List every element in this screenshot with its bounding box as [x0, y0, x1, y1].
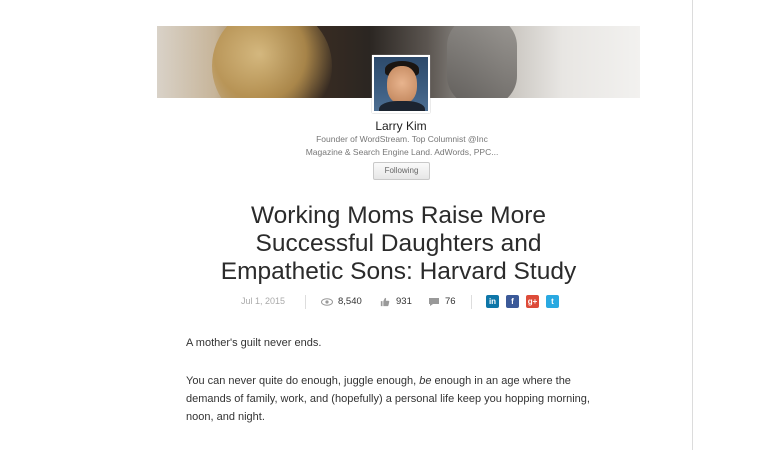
facebook-share-icon[interactable]: f	[506, 295, 519, 308]
author-name[interactable]: Larry Kim	[0, 119, 768, 133]
article-title: Working Moms Raise More Successful Daugh…	[220, 202, 577, 285]
eye-icon	[321, 297, 333, 306]
banner-decoration	[212, 26, 332, 98]
views-count: 8,540	[321, 296, 362, 307]
thumbs-up-icon	[380, 297, 390, 306]
linkedin-share-icon[interactable]: in	[486, 295, 499, 308]
banner-decoration	[447, 26, 517, 98]
googleplus-share-icon[interactable]: g+	[526, 295, 539, 308]
likes-count[interactable]: 931	[379, 296, 412, 307]
article-meta-bar: Jul 1, 2015 8,540 931 76 in f g+ t	[0, 295, 768, 309]
page-divider	[692, 0, 693, 450]
article-paragraph: You can never quite do enough, juggle en…	[186, 375, 590, 423]
following-button[interactable]: Following	[373, 162, 430, 180]
divider	[471, 295, 472, 309]
divider	[305, 295, 306, 309]
twitter-share-icon[interactable]: t	[546, 295, 559, 308]
author-avatar[interactable]	[372, 55, 430, 113]
comment-icon	[429, 297, 439, 306]
publish-date: Jul 1, 2015	[241, 296, 286, 306]
comments-count[interactable]: 76	[428, 296, 456, 307]
article-paragraph: A mother's guilt never ends.	[186, 337, 322, 349]
author-bio: Founder of WordStream. Top Columnist @In…	[305, 134, 499, 157]
